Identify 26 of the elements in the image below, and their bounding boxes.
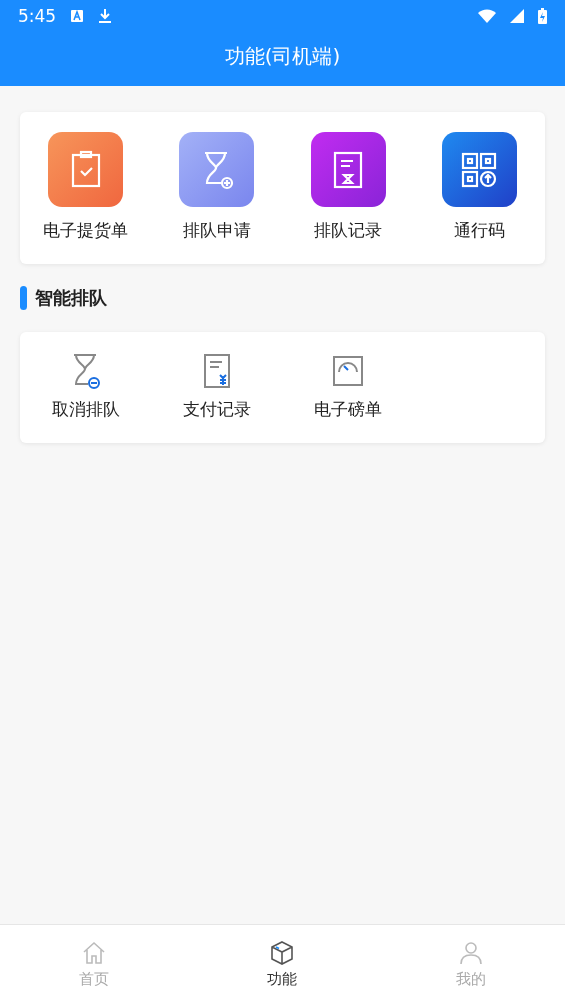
keyboard-notification-icon (70, 9, 85, 23)
function-tile[interactable]: 支付记录 (151, 352, 283, 421)
function-label: 排队记录 (314, 219, 383, 242)
download-icon (98, 8, 113, 24)
function-label: 支付记录 (182, 398, 251, 421)
function-tile[interactable]: 排队申请 (151, 132, 283, 242)
status-time: 5:45 (18, 6, 57, 26)
function-tile[interactable]: 电子磅单 (282, 352, 414, 421)
function-label: 排队申请 (182, 219, 251, 242)
page-title: 功能(司机端) (224, 42, 341, 70)
wifi-icon (478, 9, 496, 23)
person-icon (457, 940, 484, 966)
function-tile[interactable]: 电子提货单 (20, 132, 152, 242)
signal-icon (510, 9, 524, 23)
function-label: 取消排队 (51, 398, 120, 421)
function-label: 电子磅单 (314, 398, 383, 421)
function-label: 通行码 (453, 219, 505, 242)
function-tile[interactable]: 排队记录 (282, 132, 414, 242)
function-label: 电子提货单 (43, 219, 129, 242)
section-marker (20, 286, 27, 310)
function-tile[interactable]: 通行码 (413, 132, 545, 242)
function-tile[interactable]: 取消排队 (20, 352, 152, 421)
battery-icon (538, 8, 547, 24)
section-title: 智能排队 (35, 286, 107, 310)
nav-tab[interactable]: 功能 (188, 925, 377, 1004)
cube-icon (269, 940, 296, 966)
